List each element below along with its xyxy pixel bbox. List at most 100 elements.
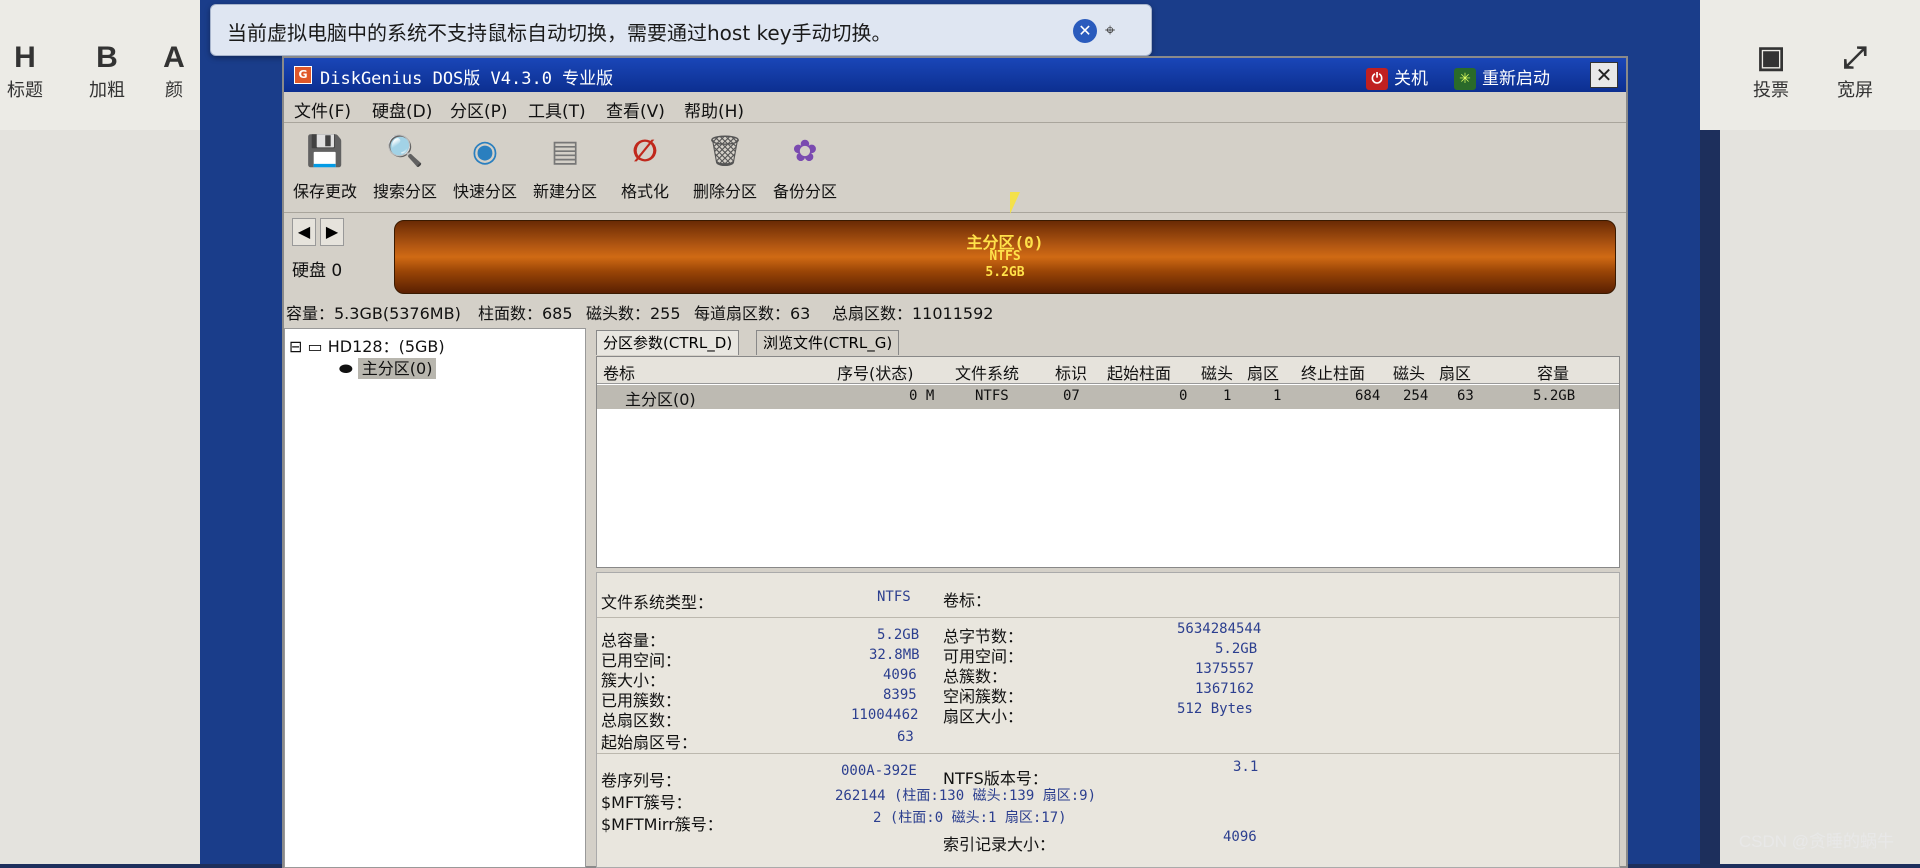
collapse-icon[interactable]: ⊟ — [289, 337, 302, 356]
heading-label: 标题 — [7, 80, 43, 100]
new-partition-label: 新建分区 — [532, 182, 597, 201]
disk-tree: ⊟ ▭ HD128：(5GB) ⬬ 主分区(0) — [284, 328, 586, 868]
disk-info-line: 容量：5.3GB(5376MB) 柱面数：685 磁头数：255 每道扇区数：6… — [284, 296, 1626, 324]
row-start-cylinder: 0 — [1179, 388, 1188, 404]
tab-partition-params[interactable]: 分区参数(CTRL_D) — [596, 330, 740, 355]
col-start-cylinder[interactable]: 起始柱面 — [1107, 360, 1171, 384]
widescreen-button[interactable]: ⤢ 宽屏 — [1820, 40, 1890, 102]
menu-tools[interactable]: 工具(T) — [528, 97, 586, 122]
quick-partition-icon: ◉ — [471, 134, 499, 169]
format-button[interactable]: ∅ 格式化 — [608, 130, 682, 202]
menu-file[interactable]: 文件(F) — [294, 97, 351, 122]
new-partition-icon: ▤ — [550, 134, 580, 169]
font-color-icon: A — [163, 41, 185, 74]
search-partition-label: 搜索分区 — [372, 182, 437, 201]
shutdown-label: 关机 — [1394, 69, 1428, 89]
search-partition-button[interactable]: 🔍 搜索分区 — [368, 130, 442, 202]
save-changes-button[interactable]: 💾 保存更改 — [288, 130, 362, 202]
fs-type-value: NTFS — [877, 589, 911, 605]
close-window-button[interactable]: ✕ — [1590, 62, 1618, 88]
details-divider — [597, 617, 1619, 618]
backup-partition-icon: ✿ — [792, 134, 818, 169]
fs-type-label: 文件系统类型： — [601, 593, 714, 612]
row-capacity: 5.2GB — [1533, 388, 1576, 404]
row-start-sector: 1 — [1273, 388, 1282, 404]
start-sector-value: 63 — [897, 729, 914, 745]
table-row[interactable]: 主分区(0) 0 M NTFS 07 0 1 1 684 254 63 5.2G… — [597, 385, 1619, 409]
quick-partition-button[interactable]: ◉ 快速分区 — [448, 130, 522, 202]
sector-size-label: 扇区大小： — [943, 707, 1024, 726]
col-start-head[interactable]: 磁头 — [1201, 360, 1233, 384]
shutdown-button[interactable]: ⏻ 关机 — [1366, 64, 1428, 90]
mouse-cursor-icon — [1010, 192, 1020, 214]
col-end-cylinder[interactable]: 终止柱面 — [1301, 360, 1365, 384]
tree-partition-node[interactable]: ⬬ 主分区(0) — [339, 355, 437, 379]
app-icon: G — [294, 66, 312, 84]
total-capacity-value: 5.2GB — [877, 627, 920, 643]
row-filesystem: NTFS — [975, 388, 1009, 404]
disk-map: ◀ ▶ 硬盘 0 主分区(0) NTFS 5.2GB — [284, 214, 1626, 294]
toolbar: 💾 保存更改 🔍 搜索分区 ◉ 快速分区 ▤ 新建分区 ∅ 格式化 🗑 删除分区… — [284, 124, 1626, 213]
col-start-sector[interactable]: 扇区 — [1247, 360, 1279, 384]
new-partition-button[interactable]: ▤ 新建分区 — [528, 130, 602, 202]
menu-bar: 文件(F) 硬盘(D) 分区(P) 工具(T) 查看(V) 帮助(H) — [284, 92, 1626, 123]
tab-browse-files[interactable]: 浏览文件(CTRL_G) — [756, 330, 900, 355]
close-icon[interactable]: ✕ — [1073, 19, 1097, 43]
save-changes-label: 保存更改 — [292, 182, 357, 201]
previous-disk-button[interactable]: ◀ — [292, 218, 316, 246]
col-end-head[interactable]: 磁头 — [1393, 360, 1425, 384]
tree-partition-label: 主分区(0) — [357, 358, 437, 379]
table-header: 卷标 序号(状态) 文件系统 标识 起始柱面 磁头 扇区 终止柱面 磁头 扇区 … — [597, 357, 1619, 384]
col-filesystem[interactable]: 文件系统 — [955, 360, 1019, 384]
bold-icon: B — [96, 41, 118, 74]
vote-button[interactable]: ▣ 投票 — [1736, 40, 1806, 102]
bold-label: 加粗 — [89, 80, 125, 100]
vote-icon: ▣ — [1756, 41, 1786, 74]
color-button[interactable]: A 颜 — [154, 40, 194, 102]
quick-partition-label: 快速分区 — [452, 182, 517, 201]
col-end-sector[interactable]: 扇区 — [1439, 360, 1471, 384]
widescreen-label: 宽屏 — [1837, 80, 1873, 100]
restart-icon: ✳ — [1454, 68, 1476, 90]
backup-partition-button[interactable]: ✿ 备份分区 — [768, 130, 842, 202]
delete-partition-button[interactable]: 🗑 删除分区 — [688, 130, 762, 202]
start-sector-label: 起始扇区号： — [601, 733, 698, 752]
row-id: 07 — [1063, 388, 1080, 404]
row-volume-label: 主分区(0) — [625, 390, 696, 409]
menu-help[interactable]: 帮助(H) — [684, 97, 744, 122]
col-index-status[interactable]: 序号(状态) — [837, 360, 914, 384]
tree-disk-node[interactable]: ⊟ ▭ HD128：(5GB) — [289, 333, 445, 357]
row-end-sector: 63 — [1457, 388, 1474, 404]
menu-disk[interactable]: 硬盘(D) — [372, 97, 432, 122]
next-disk-button[interactable]: ▶ — [320, 218, 344, 246]
heading-icon: H — [14, 41, 36, 74]
pin-icon[interactable]: ⌖ — [1105, 19, 1133, 43]
bold-button[interactable]: B 加粗 — [72, 40, 142, 102]
col-volume-label[interactable]: 卷标 — [603, 360, 635, 384]
menu-partition[interactable]: 分区(P) — [450, 97, 508, 122]
heading-button[interactable]: H 标题 — [0, 40, 60, 102]
partition-table: 卷标 序号(状态) 文件系统 标识 起始柱面 磁头 扇区 终止柱面 磁头 扇区 … — [596, 356, 1620, 568]
used-space-value: 32.8MB — [869, 647, 920, 663]
menu-view[interactable]: 查看(V) — [606, 97, 665, 122]
title-bar[interactable]: G DiskGenius DOS版 V4.3.0 专业版 ⏻ 关机 ✳ 重新启动 ✕ — [284, 58, 1626, 92]
disk-total-sectors: 总扇区数：11011592 — [832, 304, 994, 323]
row-index-status: 0 M — [909, 388, 935, 404]
volume-serial-value: 000A-392E — [841, 763, 917, 779]
widescreen-icon: ⤢ — [1843, 41, 1867, 74]
power-icon: ⏻ — [1366, 68, 1388, 90]
delete-partition-icon: 🗑 — [705, 134, 745, 169]
format-icon: ∅ — [632, 134, 658, 169]
col-id[interactable]: 标识 — [1055, 360, 1087, 384]
partition-block[interactable]: 主分区(0) NTFS 5.2GB — [394, 220, 1616, 294]
tree-disk-label: HD128：(5GB) — [327, 337, 445, 356]
window-title: DiskGenius DOS版 V4.3.0 专业版 — [320, 69, 614, 89]
sector-size-value: 512 Bytes — [1177, 701, 1253, 717]
cluster-size-value: 4096 — [883, 667, 917, 683]
free-space-value: 5.2GB — [1215, 641, 1258, 657]
restart-button[interactable]: ✳ 重新启动 — [1454, 64, 1550, 90]
disk-sectors-per-track: 每道扇区数：63 — [694, 304, 811, 323]
total-clusters-value: 1375557 — [1195, 661, 1255, 677]
index-record-size-value: 4096 — [1223, 829, 1257, 845]
col-capacity[interactable]: 容量 — [1537, 360, 1569, 384]
